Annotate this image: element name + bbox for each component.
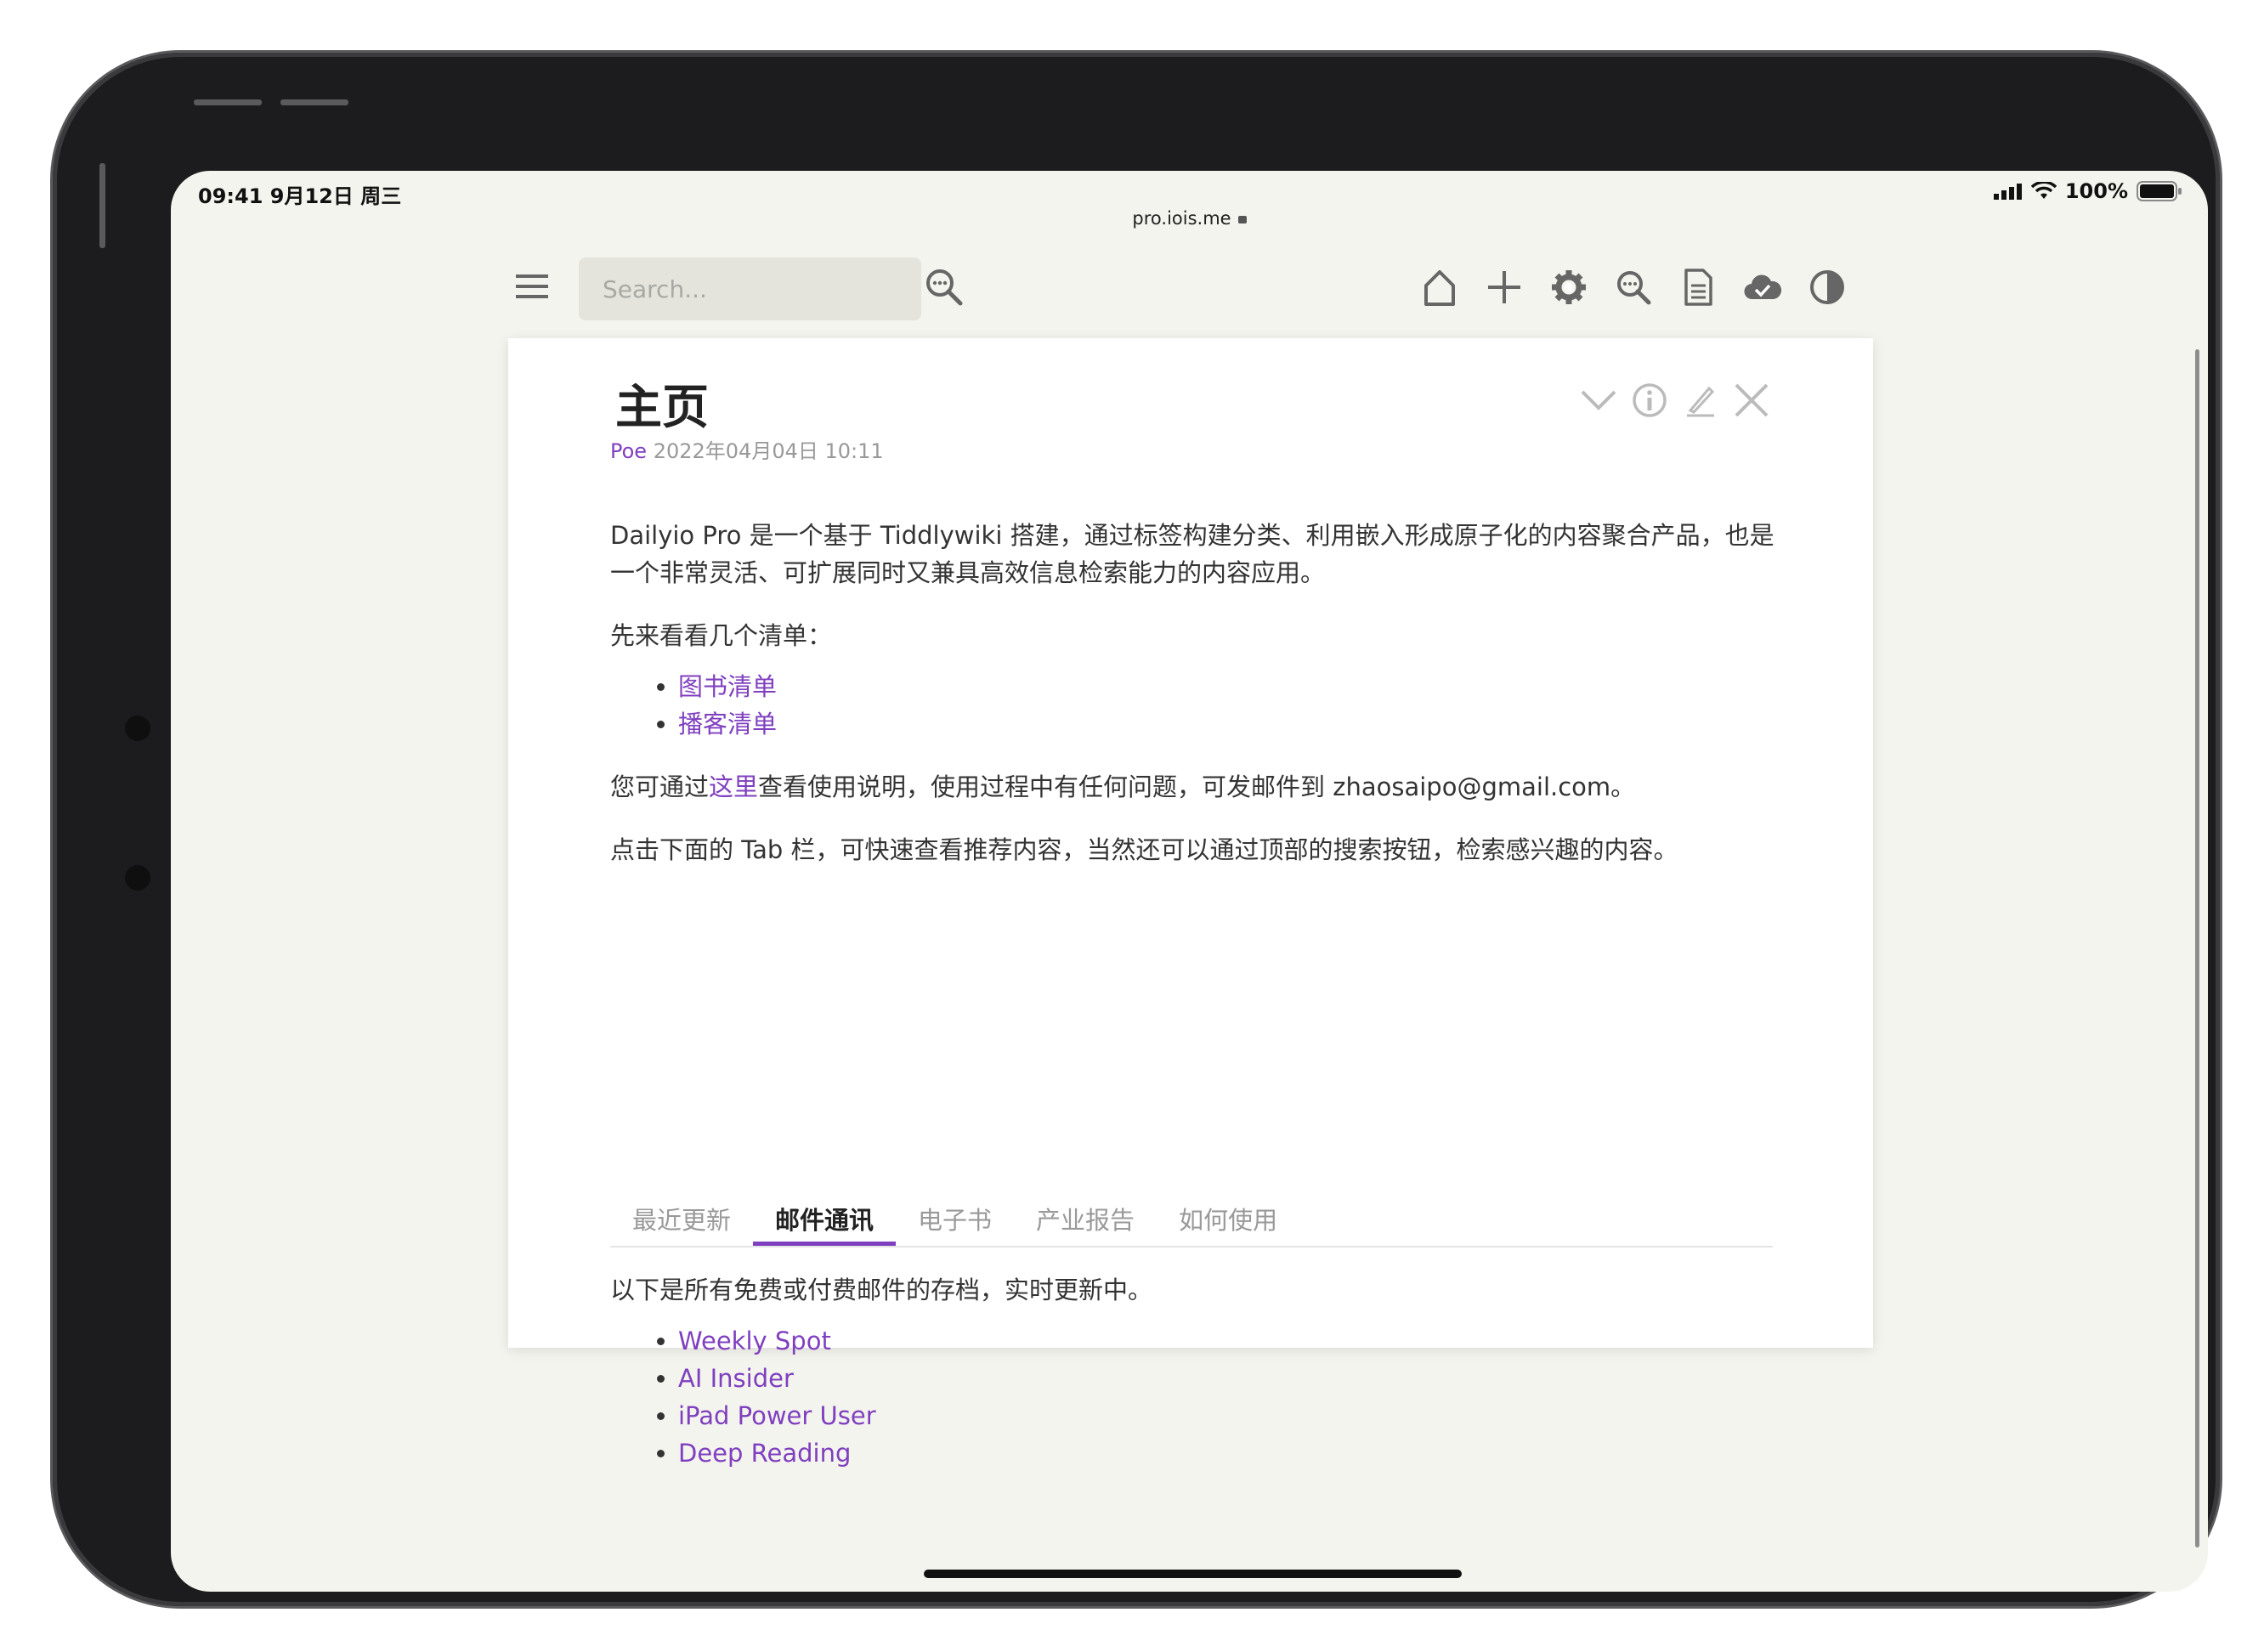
page-toolbar (1417, 264, 1850, 310)
home-indicator[interactable] (924, 1570, 1462, 1578)
cloud-check-icon[interactable] (1740, 264, 1786, 310)
search-input[interactable]: Search... (579, 257, 921, 320)
signal-icon (1993, 184, 2022, 200)
battery-icon (2137, 181, 2182, 201)
tab-content: 以下是所有免费或付费邮件的存档，实时更新中。 Weekly Spot AI In… (610, 1271, 1783, 1472)
ipad-frame: 09:41 9月12日 周三 100% pro.iois.me Search..… (53, 53, 2220, 1606)
status-right: 100% (1993, 179, 2182, 203)
lock-icon (1237, 216, 1247, 223)
volume-button (280, 99, 348, 105)
list-item[interactable]: iPad Power User (678, 1397, 1783, 1434)
lists-heading: 先来看看几个清单： (610, 621, 833, 650)
contrast-icon[interactable] (1804, 264, 1850, 310)
list-link-podcasts[interactable]: 播客清单 (678, 705, 1783, 743)
url-bar[interactable]: pro.iois.me (171, 208, 2208, 229)
magnifier-icon[interactable] (1610, 264, 1656, 310)
tab-reports[interactable]: 产业报告 (1014, 1203, 1157, 1246)
power-button (99, 163, 105, 248)
scrollbar[interactable] (2195, 349, 2199, 1547)
author-link[interactable]: Poe (610, 439, 647, 463)
document-icon[interactable] (1675, 264, 1721, 310)
gear-icon[interactable] (1546, 264, 1592, 310)
help-text-pre: 您可通过 (610, 772, 710, 801)
camera-dot (125, 865, 150, 891)
search-button-icon[interactable] (924, 267, 965, 311)
tab-bar: 最近更新 邮件通讯 电子书 产业报告 如何使用 (610, 1203, 1773, 1247)
intro-paragraph: Dailyio Pro 是一个基于 Tiddlywiki 搭建，通过标签构建分类… (610, 521, 1774, 587)
list-item[interactable]: Deep Reading (678, 1434, 1783, 1472)
tab-ebooks[interactable]: 电子书 (896, 1203, 1014, 1246)
page-title: 主页 (615, 380, 710, 434)
screen: 09:41 9月12日 周三 100% pro.iois.me Search..… (171, 171, 2208, 1592)
lists-list: 图书清单 播客清单 (610, 668, 1783, 743)
tiddler-controls (1579, 381, 1771, 420)
search-placeholder: Search... (603, 274, 707, 303)
battery-percent: 100% (2064, 179, 2128, 203)
edit-icon[interactable] (1681, 381, 1720, 420)
modified-date: 2022年04月04日 10:11 (647, 439, 884, 463)
list-link-books[interactable]: 图书清单 (678, 668, 1783, 705)
home-icon[interactable] (1417, 264, 1463, 310)
tiddler-body: Dailyio Pro 是一个基于 Tiddlywiki 搭建，通过标签构建分类… (610, 517, 1783, 894)
volume-button (194, 99, 262, 105)
menu-icon[interactable] (516, 273, 548, 303)
plus-icon[interactable] (1481, 264, 1527, 310)
tiddler-card: 主页 Poe 2022年04月04日 10:11 Dailyio Pro 是一个… (508, 338, 1873, 1468)
help-link[interactable]: 这里 (709, 772, 758, 801)
tab-hint-paragraph: 点击下面的 Tab 栏，可快速查看推荐内容，当然还可以通过顶部的搜索按钮，检索感… (610, 835, 1678, 864)
wifi-icon (2030, 182, 2057, 199)
tab-how-to[interactable]: 如何使用 (1157, 1203, 1299, 1246)
list-item[interactable]: AI Insider (678, 1360, 1783, 1397)
newsletter-list: Weekly Spot AI Insider iPad Power User D… (610, 1322, 1783, 1472)
chevron-down-icon[interactable] (1579, 381, 1618, 420)
tab-newsletters[interactable]: 邮件通讯 (753, 1203, 897, 1246)
tab-content-intro: 以下是所有免费或付费邮件的存档，实时更新中。 (610, 1276, 1153, 1304)
info-icon[interactable] (1630, 381, 1669, 420)
help-paragraph: 您可通过这里查看使用说明，使用过程中有任何问题，可发邮件到 zhaosaipo@… (610, 768, 1783, 806)
tiddler-meta: Poe 2022年04月04日 10:11 (610, 434, 884, 464)
status-time: 09:41 9月12日 周三 (198, 184, 402, 208)
url-text: pro.iois.me (1132, 208, 1231, 229)
list-item[interactable]: Weekly Spot (678, 1322, 1783, 1360)
status-bar: 09:41 9月12日 周三 100% (171, 171, 2208, 213)
camera-dot (125, 716, 150, 741)
tab-recent[interactable]: 最近更新 (610, 1203, 753, 1246)
help-text-post: 查看使用说明，使用过程中有任何问题，可发邮件到 zhaosaipo@gmail.… (758, 772, 1636, 801)
close-icon[interactable] (1732, 381, 1771, 420)
